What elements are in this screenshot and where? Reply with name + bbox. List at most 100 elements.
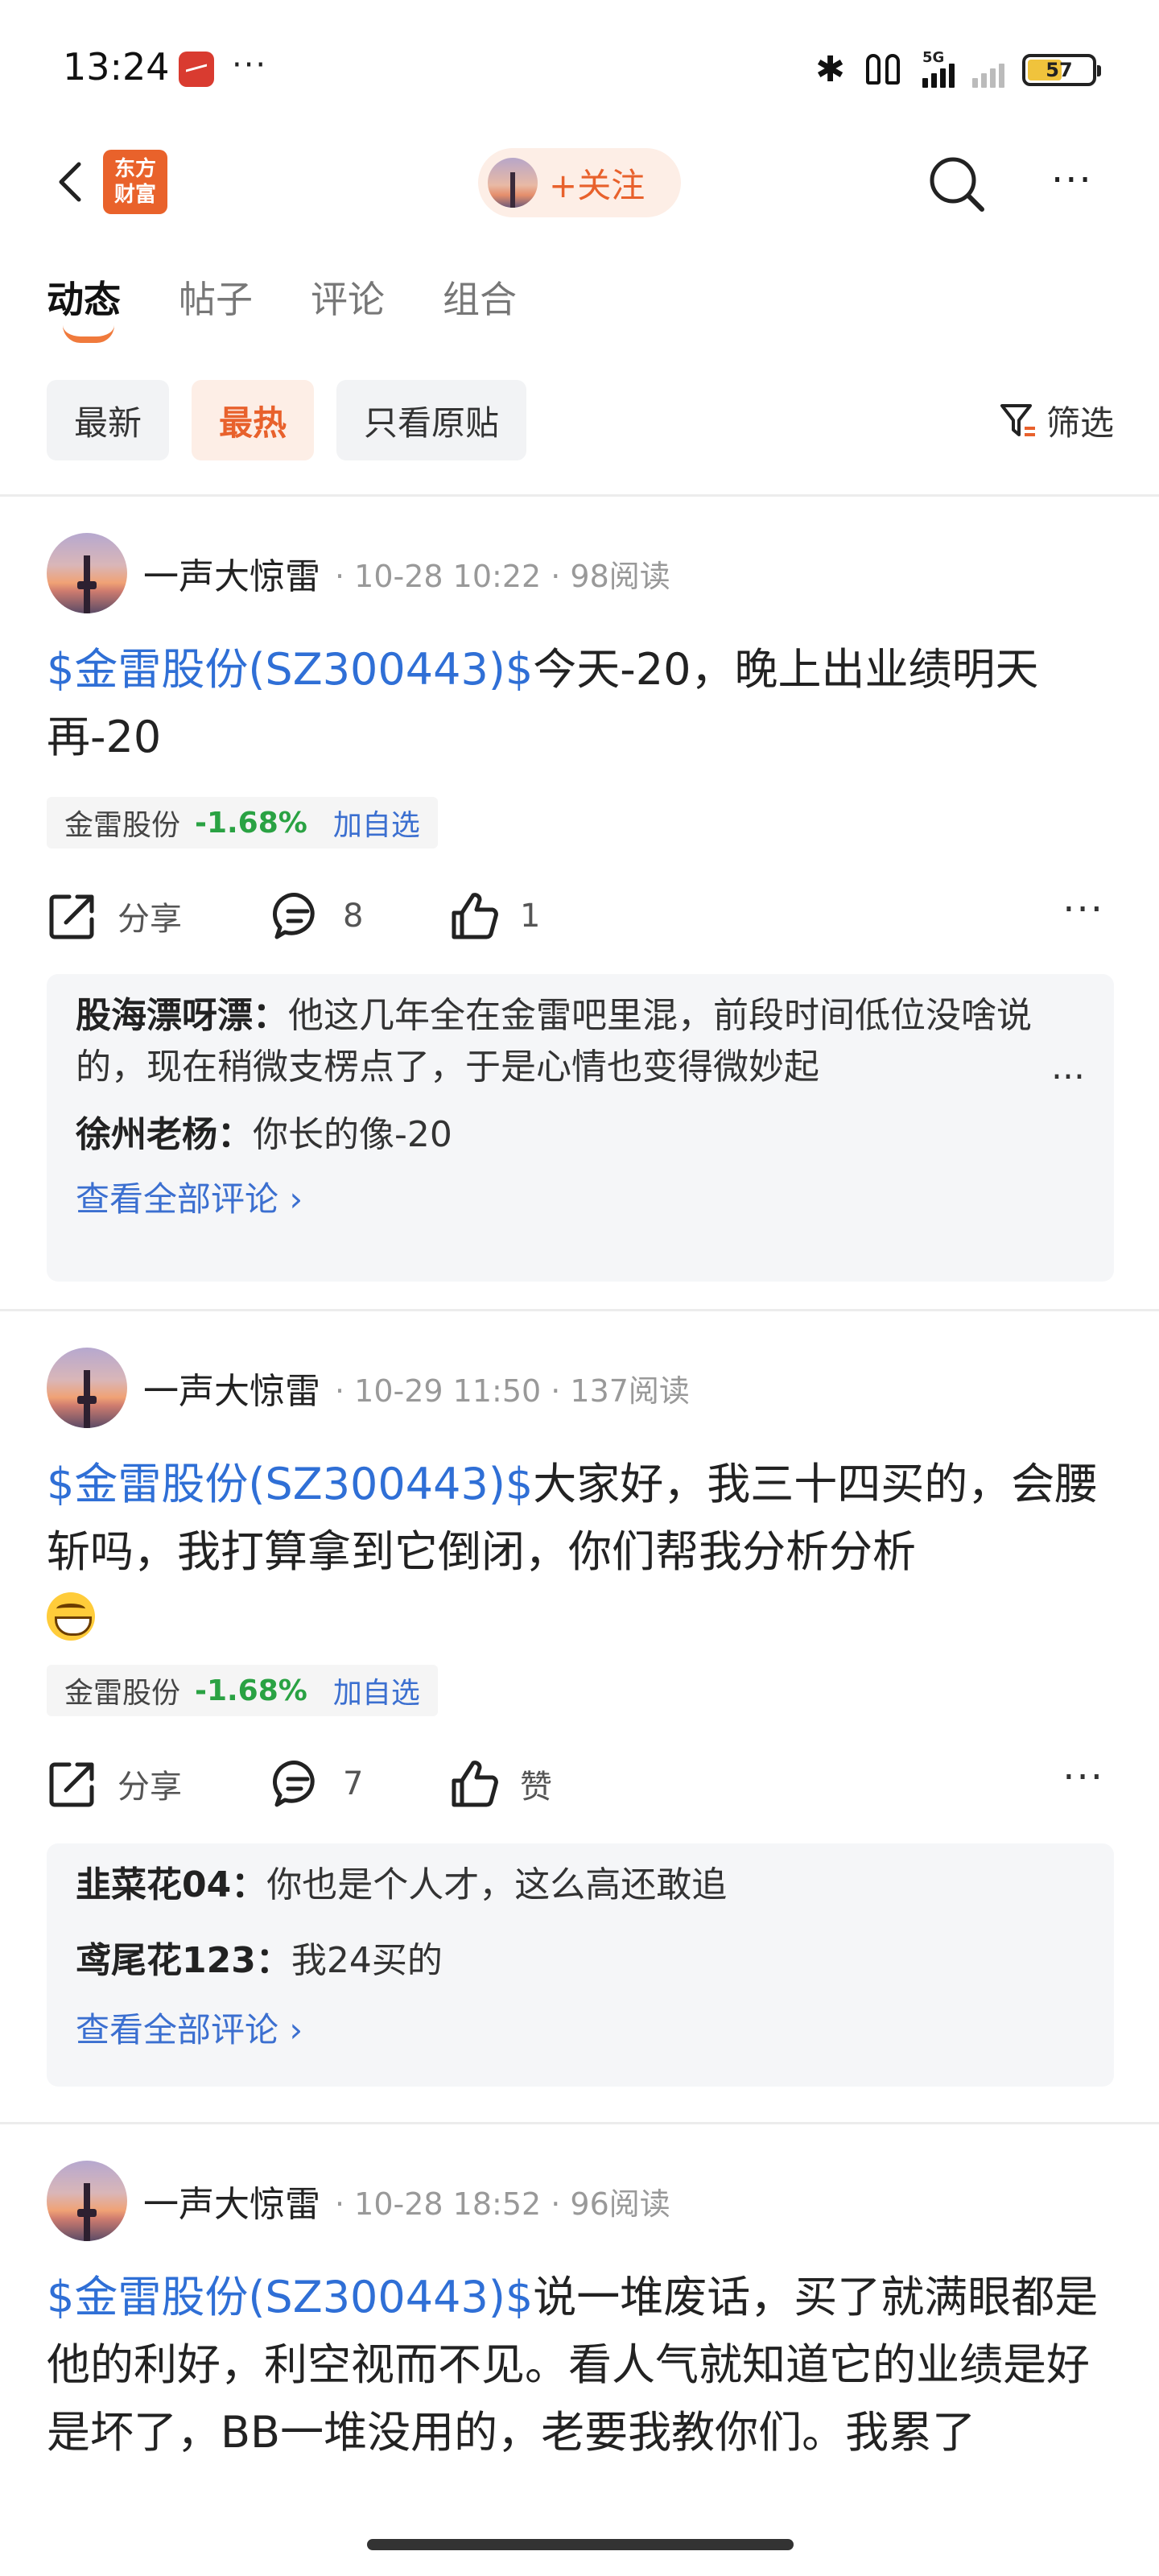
home-indicator[interactable] — [367, 2539, 794, 2550]
stock-name: 金雷股份 — [64, 809, 181, 842]
post-content[interactable]: $金雷股份(SZ300443)$今天-20，晚上出业绩明天再-20 — [47, 636, 1117, 771]
eastmoney-logo: 东方 财富 — [103, 150, 167, 214]
comment-user[interactable]: 鸢尾花123： — [76, 1940, 291, 1981]
like-count: 1 — [520, 898, 541, 935]
like-button[interactable]: 1 — [449, 884, 540, 948]
section-divider — [0, 494, 1159, 497]
tab-posts[interactable]: 帖子 — [179, 270, 253, 324]
comment-count: 8 — [343, 898, 364, 935]
comment-preview[interactable]: 股海漂呀漂：他这几年全在金雷吧里混，前段时间低位没啥说的，现在稍微支楞点了，于是… — [47, 974, 1114, 1282]
share-label: 分享 — [118, 1769, 182, 1806]
post-more-icon[interactable]: ··· — [1062, 1755, 1104, 1800]
earbuds-icon — [863, 52, 905, 88]
post-card[interactable]: 一声大惊雷 · 10-28 18:52 · 96阅读 $金雷股份(SZ30044… — [0, 2161, 1159, 2576]
like-button[interactable]: 赞 — [449, 1752, 552, 1816]
comment-user[interactable]: 股海漂呀漂： — [76, 995, 288, 1036]
post-meta: · 10-29 11:50 · 137阅读 — [335, 1373, 690, 1409]
add-watchlist-button[interactable]: 加自选 — [333, 802, 420, 844]
avatar[interactable] — [47, 2161, 127, 2241]
comment-item: 股海漂呀漂：他这几年全在金雷吧里混，前段时间低位没啥说的，现在稍微支楞点了，于是… — [76, 990, 1085, 1093]
profile-tabs: 动态 帖子 评论 组合 — [47, 270, 517, 343]
sort-filters: 最新 最热 只看原贴 — [47, 380, 527, 460]
post-divider — [0, 1309, 1159, 1311]
filter-hottest[interactable]: 最热 — [192, 380, 315, 460]
battery-icon: 57 — [1022, 54, 1101, 86]
post-actions: 分享 8 1 ··· — [47, 884, 1112, 948]
comment-button[interactable]: 8 — [272, 884, 363, 948]
comment-item: 鸢尾花123：我24买的 — [76, 1935, 1085, 1987]
comment-item: 徐州老杨：你长的像-20 — [76, 1109, 1085, 1161]
share-button[interactable]: 分享 — [47, 1752, 182, 1816]
comment-item: 韭菜花04：你也是个人才，这么高还敢追 — [76, 1860, 1085, 1911]
stock-change: -1.68% — [195, 806, 307, 840]
post-card[interactable]: 一声大惊雷 · 10-28 10:22 · 98阅读 $金雷股份(SZ30044… — [0, 533, 1159, 1306]
comment-text: 你也是个人才，这么高还敢追 — [266, 1864, 728, 1905]
screen-filter-button[interactable]: 筛选 — [998, 396, 1114, 445]
search-icon[interactable] — [926, 153, 987, 214]
comment-count: 7 — [343, 1765, 364, 1802]
stock-tag-link[interactable]: $金雷股份(SZ300443)$ — [47, 2272, 533, 2322]
stock-tag-link[interactable]: $金雷股份(SZ300443)$ — [47, 644, 533, 695]
share-button[interactable]: 分享 — [47, 884, 182, 948]
author-row: 一声大惊雷 · 10-28 10:22 · 98阅读 — [47, 533, 670, 613]
view-all-comments-link[interactable]: 查看全部评论 › — [76, 2000, 1085, 2061]
thumbs-up-icon — [452, 893, 498, 939]
share-icon — [49, 894, 94, 939]
post-divider — [0, 2122, 1159, 2124]
comment-preview[interactable]: 韭菜花04：你也是个人才，这么高还敢追 鸢尾花123：我24买的 查看全部评论 … — [47, 1843, 1114, 2087]
tab-label: 动态 — [47, 278, 121, 321]
stock-name: 金雷股份 — [64, 1677, 181, 1710]
post-content[interactable]: $金雷股份(SZ300443)$大家好，我三十四买的，会腰斩吗，我打算拿到它倒闭… — [47, 1451, 1117, 1653]
view-all-comments-link[interactable]: 查看全部评论 › — [76, 1169, 1085, 1230]
more-notifications-icon: ··· — [232, 47, 268, 84]
comment-text: 我24买的 — [291, 1940, 443, 1981]
author-name[interactable]: 一声大惊雷 — [143, 547, 320, 599]
comment-user[interactable]: 徐州老杨： — [76, 1114, 253, 1155]
stock-quote-chip[interactable]: 金雷股份 -1.68% 加自选 — [47, 1665, 438, 1716]
post-actions: 分享 7 赞 ··· — [47, 1752, 1112, 1816]
signal-secondary-icon — [972, 52, 1004, 88]
comment-icon — [273, 893, 315, 939]
comment-button[interactable]: 7 — [272, 1752, 363, 1816]
comment-user[interactable]: 韭菜花04： — [76, 1864, 266, 1905]
post-content[interactable]: $金雷股份(SZ300443)$说一堆废话，买了就满眼都是他的利好，利空视而不见… — [47, 2264, 1117, 2467]
app-notification-icon — [179, 52, 214, 87]
thumbs-up-icon — [452, 1761, 498, 1807]
follow-label: +关注 — [549, 165, 645, 205]
tab-comments[interactable]: 评论 — [311, 270, 385, 324]
stock-quote-chip[interactable]: 金雷股份 -1.68% 加自选 — [47, 797, 438, 848]
share-icon — [49, 1762, 94, 1807]
comment-text: 你长的像-20 — [253, 1114, 452, 1155]
author-name[interactable]: 一声大惊雷 — [143, 2175, 320, 2227]
author-name[interactable]: 一声大惊雷 — [143, 1362, 320, 1414]
more-options-icon[interactable]: ··· — [1051, 158, 1093, 203]
back-arrow-icon[interactable] — [48, 159, 93, 204]
top-nav-bar: 东方 财富 +关注 ··· — [0, 142, 1159, 222]
network-type-label: 5G — [922, 49, 945, 66]
share-label: 分享 — [118, 901, 182, 938]
comment-icon — [273, 1761, 315, 1807]
filter-label: 筛选 — [1046, 403, 1114, 443]
like-label: 赞 — [520, 1769, 552, 1806]
tab-portfolio[interactable]: 组合 — [443, 270, 517, 324]
filter-original-only[interactable]: 只看原贴 — [336, 380, 527, 460]
grin-emoji-icon — [47, 1592, 95, 1641]
filter-latest[interactable]: 最新 — [47, 380, 170, 460]
comment-ellipsis: ... — [1051, 1046, 1085, 1088]
author-row: 一声大惊雷 · 10-28 18:52 · 96阅读 — [47, 2161, 670, 2241]
status-time: 13:24 — [63, 45, 170, 89]
follow-button[interactable]: +关注 — [478, 148, 681, 217]
battery-level: 57 — [1046, 59, 1073, 81]
tab-dynamics[interactable]: 动态 — [47, 270, 121, 343]
avatar[interactable] — [47, 1348, 127, 1428]
author-row: 一声大惊雷 · 10-29 11:50 · 137阅读 — [47, 1348, 690, 1428]
post-card[interactable]: 一声大惊雷 · 10-29 11:50 · 137阅读 $金雷股份(SZ3004… — [0, 1348, 1159, 2112]
filter-funnel-icon — [1000, 403, 1035, 436]
avatar[interactable] — [47, 533, 127, 613]
add-watchlist-button[interactable]: 加自选 — [333, 1670, 420, 1711]
author-avatar-small — [488, 158, 538, 208]
active-tab-indicator — [63, 325, 114, 343]
post-more-icon[interactable]: ··· — [1062, 887, 1104, 932]
post-meta: · 10-28 10:22 · 98阅读 — [335, 558, 670, 594]
stock-tag-link[interactable]: $金雷股份(SZ300443)$ — [47, 1459, 533, 1509]
